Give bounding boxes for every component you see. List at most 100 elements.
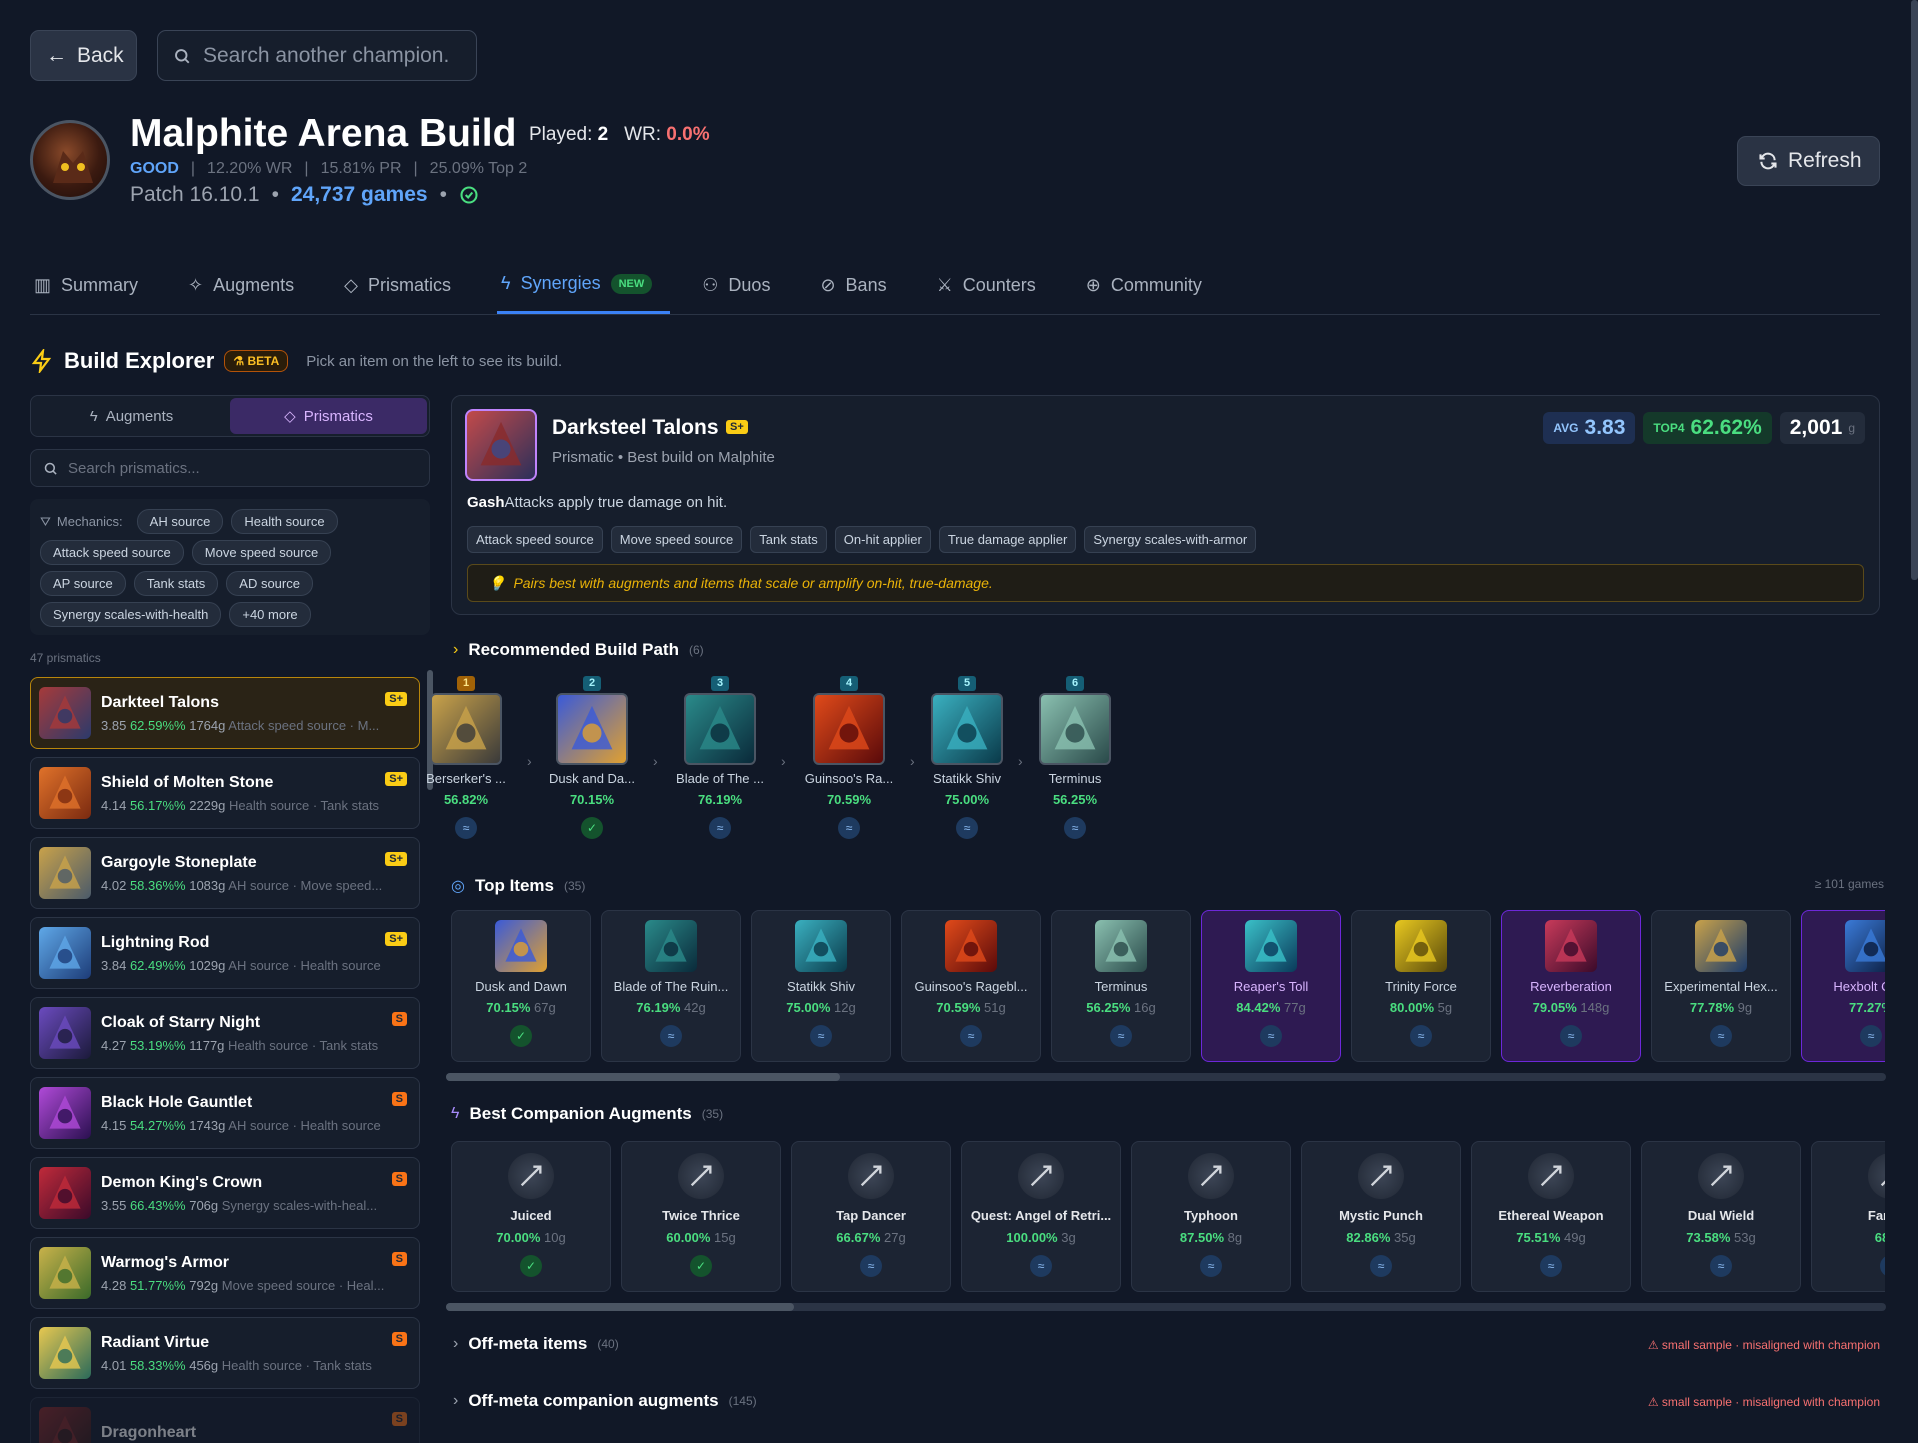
back-button[interactable]: ← Back (30, 30, 137, 81)
build-path-count: (6) (688, 643, 704, 657)
tab-synergies[interactable]: ϟ Synergies NEW (497, 256, 671, 314)
step-number: 4 (840, 676, 858, 691)
segment-prismatics[interactable]: ◇ Prismatics (230, 398, 427, 434)
top-item-card[interactable]: Guinsoo's Ragebl... 70.59% 51g ≈ (901, 910, 1041, 1062)
page-scrollbar[interactable] (1911, 0, 1918, 580)
prismatic-stats: 3.55 66.43%% 706g Synergy scales-with-he… (101, 1198, 409, 1213)
prismatic-list-item[interactable]: Warmog's Armor 4.28 51.77%% 792g Move spe… (30, 1237, 420, 1309)
top-item-card[interactable]: Hexbolt Com 77.27% ≈ (1801, 910, 1885, 1062)
item-games: 12g (834, 1000, 856, 1015)
augment-card[interactable]: Quest: Angel of Retri... 100.00% 3g ≈ (961, 1141, 1121, 1292)
top-item-card[interactable]: Blade of The Ruin... 76.19% 42g ≈ (601, 910, 741, 1062)
sparkles-icon: ✧ (188, 274, 204, 295)
approx-icon: ≈ (1260, 1025, 1282, 1047)
champion-search-input[interactable]: Search another champion. (157, 30, 477, 81)
prismatic-search-input[interactable]: Search prismatics... (30, 449, 430, 487)
augment-games: 27g (884, 1230, 906, 1245)
segment-augments[interactable]: ϟ Augments (33, 398, 230, 434)
prismatic-list-item[interactable]: Demon King's Crown 3.55 66.43%% 706g Syne… (30, 1157, 420, 1229)
tab-bans[interactable]: ⊘ Bans (816, 256, 904, 314)
mechanic-chip[interactable]: Move speed source (191, 540, 332, 565)
new-badge: NEW (610, 273, 653, 294)
tab-label: Prismatics (368, 274, 452, 295)
gold-stat: 2,001 g (1779, 412, 1865, 444)
prismatic-avg: 4.14 (101, 797, 127, 813)
build-path-step[interactable]: 1 Berserker's ... 56.82% ≈ (411, 673, 521, 839)
prismatic-info: Warmog's Armor 4.28 51.77%% 792g Move spe… (101, 1254, 409, 1293)
build-explorer-title: Build Explorer (64, 348, 215, 373)
build-path-step[interactable]: 5 Statikk Shiv 75.00% ≈ (912, 673, 1022, 839)
prismatic-list-item[interactable]: Gargoyle Stoneplate 4.02 58.36%% 1083g AH… (30, 837, 420, 909)
augment-card[interactable]: Mystic Punch 82.86% 35g ≈ (1301, 1141, 1461, 1292)
top-item-card[interactable]: Reverberation 79.05% 148g ≈ (1501, 910, 1641, 1062)
top-item-card[interactable]: Trinity Force 80.00% 5g ≈ (1351, 910, 1491, 1062)
build-path-header[interactable]: › Recommended Build Path (6) (453, 640, 704, 660)
augment-card[interactable]: Twice Thrice 60.00% 15g ✓ (621, 1141, 781, 1292)
prismatic-stats: 4.02 58.36%% 1083g AH source · Move spee… (101, 878, 409, 893)
augment-card[interactable]: Typhoon 87.50% 8g ≈ (1131, 1141, 1291, 1292)
item-icon (1245, 920, 1297, 972)
augments-scrollbar[interactable] (446, 1303, 1886, 1311)
mechanic-chip[interactable]: AH source (136, 509, 224, 534)
tab-prismatics[interactable]: ◇ Prismatics (340, 256, 469, 314)
augment-icon (1188, 1153, 1234, 1199)
item-winrate: 76.19% (697, 792, 743, 807)
back-label: Back (77, 43, 124, 67)
mechanic-tag: Attack speed source (467, 526, 603, 553)
top4-value: 62.62% (1690, 416, 1762, 439)
top-item-card[interactable]: Reaper's Toll 84.42% 77g ≈ (1201, 910, 1341, 1062)
prismatic-list-item[interactable]: Radiant Virtue 4.01 58.33%% 456g Health s… (30, 1317, 420, 1389)
top-item-card[interactable]: Dusk and Dawn 70.15% 67g ✓ (451, 910, 591, 1062)
item-winrate: 79.05% (1532, 1000, 1577, 1015)
augment-icon (1868, 1153, 1885, 1199)
prismatic-list-item[interactable]: Cloak of Starry Night 4.27 53.19%% 1177g … (30, 997, 420, 1069)
top-item-card[interactable]: Terminus 56.25% 16g ≈ (1051, 910, 1191, 1062)
prismatic-name: Lightning Rod (101, 933, 210, 951)
prismatic-list-item[interactable]: Black Hole Gauntlet 4.15 54.27%% 1743g AH… (30, 1077, 420, 1149)
mechanic-chip[interactable]: AD source (226, 571, 313, 596)
prismatic-list-item[interactable]: Dragonheart S (30, 1397, 420, 1443)
top-item-card[interactable]: Statikk Shiv 75.00% 12g ≈ (751, 910, 891, 1062)
prismatic-name: Gargoyle Stoneplate (101, 853, 257, 871)
companion-augments-header: ϟ Best Companion Augments (35) (451, 1104, 723, 1124)
mechanic-chip[interactable]: +40 more (229, 602, 311, 627)
refresh-button[interactable]: Refresh (1737, 136, 1880, 186)
mechanic-chip[interactable]: Attack speed source (40, 540, 184, 565)
augment-card[interactable]: Fan the 68.75 ≈ (1811, 1141, 1885, 1292)
prismatic-list-item[interactable]: Darkteel Talons 3.85 62.59%% 1764g Attack… (30, 677, 420, 749)
tab-duos[interactable]: ⚇ Duos (698, 256, 788, 314)
augment-card[interactable]: Dual Wield 73.58% 53g ≈ (1641, 1141, 1801, 1292)
augment-card[interactable]: Tap Dancer 66.67% 27g ≈ (791, 1141, 951, 1292)
tab-counters[interactable]: ⚔ Counters (933, 256, 1054, 314)
tab-augments[interactable]: ✧ Augments (184, 256, 312, 314)
prismatic-wr: 58.36%% (129, 877, 186, 893)
build-path-step[interactable]: 3 Blade of The ... 76.19% ≈ (665, 673, 775, 839)
top-item-card[interactable]: Experimental Hex... 77.78% 9g ≈ (1651, 910, 1791, 1062)
build-path-step[interactable]: 2 Dusk and Da... 70.15% ✓ (537, 673, 647, 839)
check-circle-icon (460, 186, 478, 204)
approx-icon: ≈ (455, 817, 477, 839)
prismatic-gold: 1177g (189, 1037, 225, 1053)
augment-card[interactable]: Juiced 70.00% 10g ✓ (451, 1141, 611, 1292)
items-scrollbar[interactable] (446, 1073, 1886, 1081)
build-path-step[interactable]: 4 Guinsoo's Ra... 70.59% ≈ (794, 673, 904, 839)
gold-unit: g (1848, 421, 1855, 435)
prismatic-list-item[interactable]: Shield of Molten Stone 4.14 56.17%% 2229g… (30, 757, 420, 829)
mechanic-chip[interactable]: AP source (40, 571, 126, 596)
mechanic-chip[interactable]: Health source (231, 509, 338, 534)
tab-summary[interactable]: ▥ Summary (30, 256, 156, 314)
mechanic-chip[interactable]: Synergy scales-with-health (40, 602, 222, 627)
prismatic-mechanics: Synergy scales-with-heal... (221, 1197, 378, 1213)
offmeta-items-header[interactable]: › Off-meta items (40) (453, 1334, 619, 1354)
approx-icon: ≈ (1370, 1255, 1392, 1277)
offmeta-augments-header[interactable]: › Off-meta companion augments (145) (453, 1391, 757, 1411)
augment-card[interactable]: Ethereal Weapon 75.51% 49g ≈ (1471, 1141, 1631, 1292)
prismatic-wr: 54.27%% (129, 1117, 186, 1133)
prismatic-sidebar: ϟ Augments ◇ Prismatics Search prismatics.… (30, 395, 430, 1443)
prismatic-list-item[interactable]: Lightning Rod 3.84 62.49%% 1029g AH sourc… (30, 917, 420, 989)
item-winrate: 77.78% (1689, 1000, 1734, 1015)
tier-badge: S (391, 1012, 407, 1026)
mechanic-chip[interactable]: Tank stats (133, 571, 219, 596)
build-path-step[interactable]: 6 Terminus 56.25% ≈ (1020, 673, 1130, 839)
tab-community[interactable]: ⊕ Community (1082, 256, 1220, 314)
